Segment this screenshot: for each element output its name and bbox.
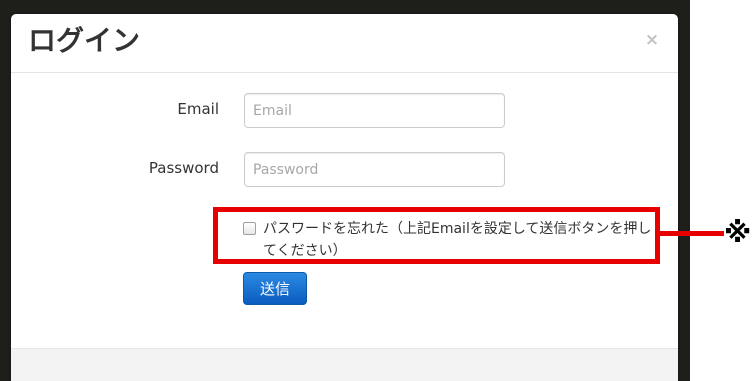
callout-line <box>660 231 724 236</box>
forgot-password-checkbox[interactable] <box>243 222 256 235</box>
email-label: Email <box>177 100 219 118</box>
login-modal: ログイン × Email Password パスワードを忘れた（上記Emailを… <box>11 14 678 381</box>
password-field[interactable] <box>244 152 505 187</box>
screenshot-stage: ログイン × Email Password パスワードを忘れた（上記Emailを… <box>0 0 752 381</box>
modal-title: ログイン <box>28 24 141 57</box>
submit-button[interactable]: 送信 <box>243 272 307 305</box>
email-field[interactable] <box>244 93 505 128</box>
password-label: Password <box>148 159 219 177</box>
modal-footer <box>11 348 678 381</box>
modal-header: ログイン × <box>11 14 678 73</box>
forgot-password-label[interactable]: パスワードを忘れた（上記Emailを設定して送信ボタンを押してください） <box>263 218 655 262</box>
reference-mark: ※ <box>724 216 752 249</box>
close-icon[interactable]: × <box>644 31 660 49</box>
